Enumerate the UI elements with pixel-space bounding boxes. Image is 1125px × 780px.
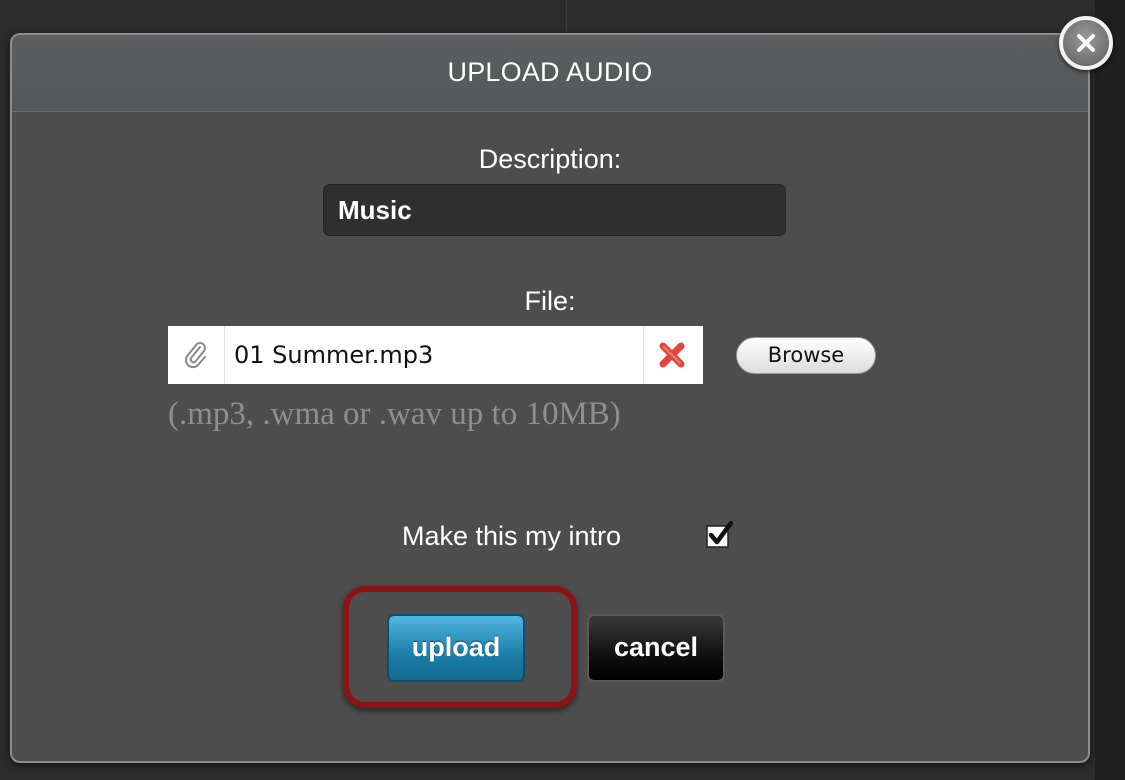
description-input[interactable]	[323, 184, 786, 236]
intro-label: Make this my intro	[402, 521, 622, 551]
file-attachment	[168, 326, 225, 384]
remove-file-button[interactable]	[643, 326, 703, 384]
dialog-header: UPLOAD AUDIO	[12, 35, 1088, 112]
cancel-button[interactable]: cancel	[587, 614, 725, 682]
upload-button[interactable]: upload	[387, 614, 525, 682]
remove-x-icon	[659, 342, 685, 368]
close-icon	[1077, 34, 1095, 52]
close-button[interactable]	[1059, 16, 1113, 70]
intro-checkbox[interactable]	[705, 520, 735, 550]
description-label: Description:	[478, 144, 622, 174]
paperclip-icon	[184, 342, 206, 369]
browse-button[interactable]: Browse	[736, 337, 876, 374]
backdrop-divider	[566, 0, 567, 32]
file-label: File:	[524, 286, 576, 316]
dialog-title: UPLOAD AUDIO	[447, 57, 653, 87]
file-name: 01 Summer.mp3	[234, 341, 434, 369]
checkmark-icon	[706, 520, 734, 548]
file-field[interactable]: 01 Summer.mp3	[168, 326, 703, 384]
backdrop-edge	[1095, 0, 1125, 780]
file-format-hint: (.mp3, .wma or .wav up to 10MB)	[168, 396, 621, 432]
